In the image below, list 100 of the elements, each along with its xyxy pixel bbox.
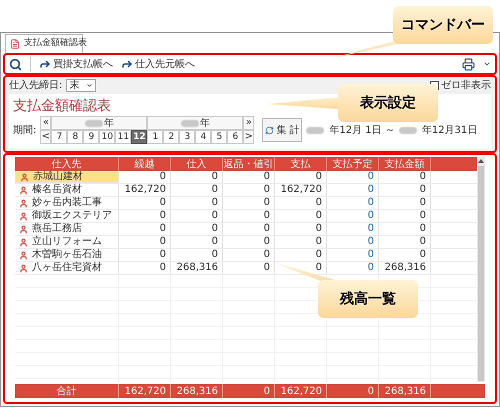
previous-year-button[interactable]: «: [40, 116, 52, 130]
table-cell[interactable]: 八ヶ岳住宅資材: [15, 262, 119, 274]
table-cell: 0: [223, 171, 275, 183]
table-cell: 0: [119, 223, 171, 235]
table-cell: 0: [327, 236, 379, 248]
table-cell: 0: [327, 171, 379, 183]
table-cell[interactable]: 妙ヶ岳内装工事: [15, 197, 119, 209]
table-cell: 0: [223, 236, 275, 248]
table-cell: 0: [223, 249, 275, 261]
range-start: 年12月 1日 ～: [329, 124, 395, 138]
person-icon: [19, 224, 28, 234]
next-year-button[interactable]: »: [243, 116, 254, 130]
total-cell: 0: [223, 384, 275, 398]
month-button[interactable]: 7: [51, 130, 68, 144]
blurred-text: [84, 120, 103, 126]
month-button[interactable]: 2: [163, 130, 180, 144]
table-cell: 0: [171, 249, 223, 261]
previous-month-button[interactable]: <: [40, 130, 52, 144]
table-cell: 0: [327, 184, 379, 196]
blurred-text: [306, 126, 324, 134]
table-cell: 0: [171, 184, 223, 196]
month-button[interactable]: 12: [131, 130, 148, 144]
table-cell: 0: [223, 184, 275, 196]
total-cell: 162,720: [119, 384, 171, 398]
table-cell: 162,720: [275, 184, 327, 196]
table-cell: 162,720: [119, 184, 171, 196]
table-cell: 0: [119, 197, 171, 209]
table-cell[interactable]: 立山リフォーム: [15, 236, 119, 248]
table-cell: 0: [379, 171, 431, 183]
person-icon: [19, 250, 28, 260]
month-button[interactable]: 8: [67, 130, 84, 144]
table-cell: 0: [379, 197, 431, 209]
column-header: 仕入: [171, 157, 223, 171]
table-cell: 0: [379, 223, 431, 235]
table-cell: 0: [171, 171, 223, 183]
total-cell: 0: [327, 384, 379, 398]
month-button[interactable]: 5: [211, 130, 228, 144]
table-cell[interactable]: 御坂エクステリア: [15, 210, 119, 222]
month-button[interactable]: 10: [99, 130, 116, 144]
column-header: 支払金額: [379, 157, 431, 171]
table-cell: 0: [119, 249, 171, 261]
table-cell[interactable]: 木曽駒ヶ岳石油: [15, 249, 119, 261]
table-cell: 0: [119, 236, 171, 248]
year-header: 年: [51, 116, 148, 130]
table-cell: 0: [327, 249, 379, 261]
table-cell: 0: [223, 197, 275, 209]
month-button[interactable]: 4: [195, 130, 212, 144]
month-button[interactable]: 6: [227, 130, 244, 144]
table-cell: 0: [119, 210, 171, 222]
refresh-icon: [265, 126, 274, 134]
table-cell: 0: [171, 223, 223, 235]
report-title: 支払金額確認表: [13, 97, 111, 116]
person-icon: [19, 212, 28, 220]
table-cell: 0: [379, 184, 431, 196]
column-header: 支払: [275, 157, 327, 171]
table-cell[interactable]: 燕岳工務店: [15, 223, 119, 235]
person-icon: [19, 238, 28, 246]
table-cell: 0: [119, 262, 171, 274]
callout-label: 残高一覧: [340, 290, 396, 308]
month-button[interactable]: 3: [179, 130, 196, 144]
table-cell: 0: [223, 210, 275, 222]
chevron-down-icon: [86, 82, 94, 89]
month-button[interactable]: 9: [83, 130, 100, 144]
table-cell: 0: [275, 236, 327, 248]
table-cell: 0: [223, 223, 275, 235]
search-button[interactable]: [9, 58, 22, 70]
person-icon: [19, 186, 28, 194]
aggregate-button[interactable]: 集 計: [262, 118, 302, 142]
column-header: 繰越: [119, 157, 171, 171]
total-cell: 合計: [15, 384, 119, 398]
table-cell: 0: [327, 197, 379, 209]
table-cell: 0: [223, 262, 275, 274]
table-cell[interactable]: 赤城山建材: [15, 171, 119, 183]
scroll-up-arrow-icon[interactable]: [478, 159, 484, 163]
document-icon: [10, 39, 20, 49]
scrollbar[interactable]: [477, 157, 485, 382]
callout-label: コマンドバー: [401, 16, 485, 34]
closing-day-label: 仕入先締日:: [9, 78, 62, 93]
table-cell: 0: [379, 210, 431, 222]
table-cell: 0: [275, 249, 327, 261]
person-icon: [19, 264, 28, 272]
table-cell: 0: [119, 171, 171, 183]
table-cell: 0: [275, 223, 327, 235]
person-icon: [20, 172, 29, 182]
toolbar-link[interactable]: 買掛支払帳へ: [39, 56, 113, 72]
toolbar-link[interactable]: 仕入先元帳へ: [121, 56, 195, 72]
table-cell: 268,316: [171, 262, 223, 274]
next-month-button[interactable]: >: [243, 130, 254, 144]
print-button[interactable]: [462, 58, 475, 70]
month-button[interactable]: 1: [147, 130, 164, 144]
table-cell: 0: [171, 210, 223, 222]
table-cell: 0: [171, 236, 223, 248]
table-cell: 0: [327, 210, 379, 222]
period-label: 期間:: [13, 124, 36, 138]
closing-day-select[interactable]: 末: [66, 79, 96, 92]
table-cell[interactable]: 榛名岳資材: [15, 184, 119, 196]
month-button[interactable]: 11: [115, 130, 132, 144]
table-cell: 0: [379, 236, 431, 248]
year-header: 年: [147, 116, 244, 130]
total-cell: 268,316: [171, 384, 223, 398]
